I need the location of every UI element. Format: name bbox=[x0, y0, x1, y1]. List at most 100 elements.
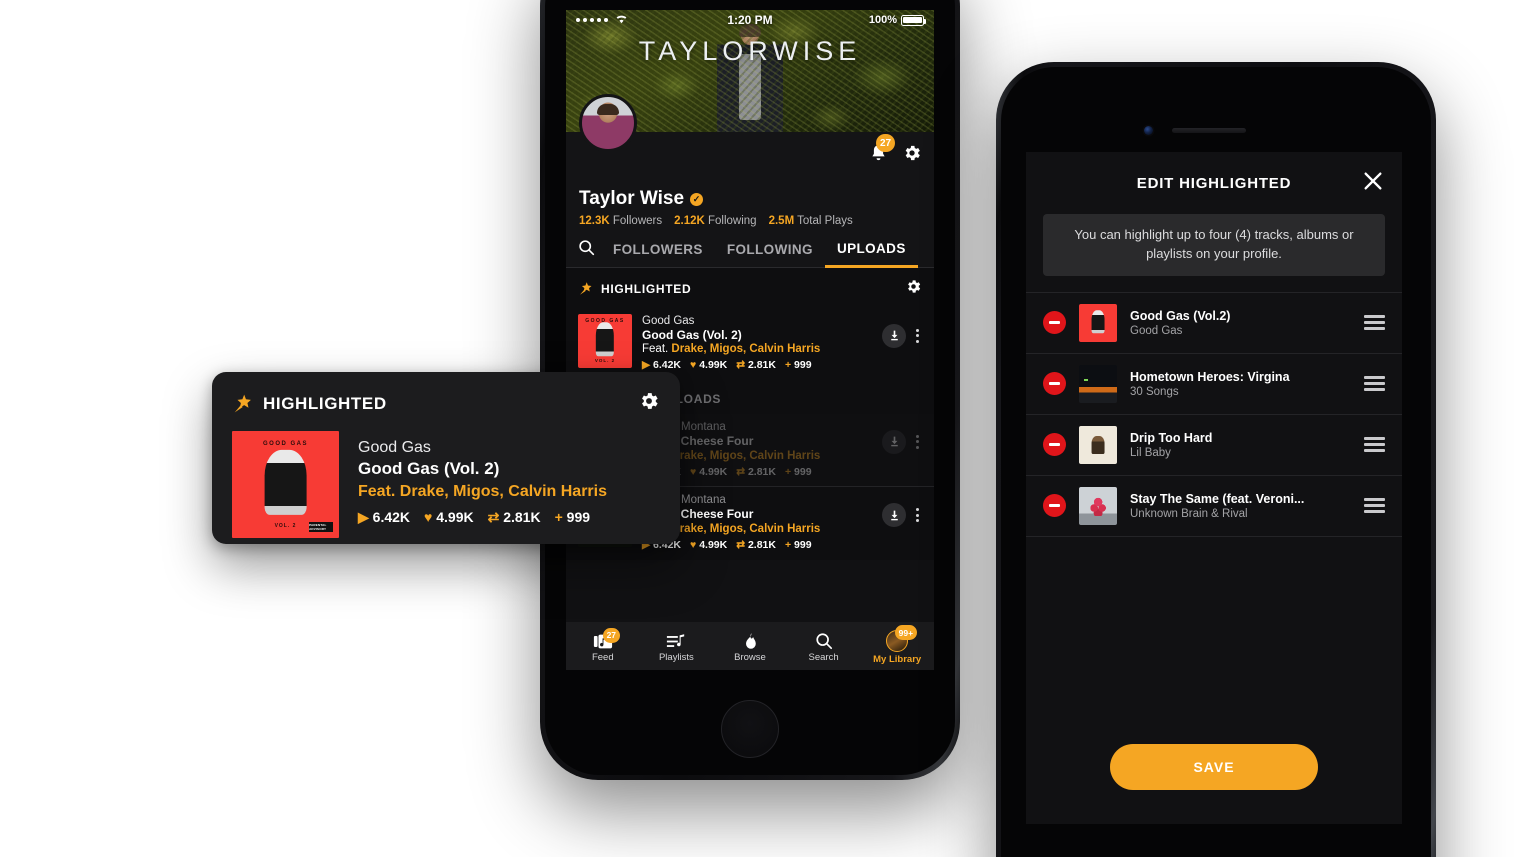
remove-minus-icon[interactable] bbox=[1043, 372, 1066, 396]
track-actions bbox=[882, 314, 922, 348]
search-icon bbox=[815, 633, 832, 650]
parental-advisory-icon: PARENTAL ADVISORY bbox=[309, 521, 333, 532]
list-item-subtitle: Good Gas bbox=[1130, 324, 1183, 337]
track-featuring: Feat. Drake, Migos, Calvin Harris bbox=[642, 343, 821, 356]
modal-info-note: You can highlight up to four (4) tracks,… bbox=[1043, 214, 1385, 276]
track-overflow-menu[interactable] bbox=[913, 506, 922, 524]
nav-label-my-library: My Library bbox=[873, 654, 922, 665]
nav-item-browse[interactable]: Browse bbox=[722, 632, 778, 663]
stat-reposts: ⇄ 2.81K bbox=[736, 359, 776, 372]
home-button-left[interactable] bbox=[721, 700, 779, 758]
left-phone-screen: TAYLORWISE 1:20 PM 100% 27 Taylor Wise ✓… bbox=[566, 10, 934, 670]
album-art-large: GOOD GAS VOL. 2 PARENTAL ADVISORY bbox=[232, 431, 339, 538]
download-icon bbox=[890, 510, 898, 521]
gear-icon bbox=[642, 393, 658, 409]
modal-title: EDIT HIGHLIGHTED bbox=[1136, 174, 1292, 192]
remove-minus-icon[interactable] bbox=[1043, 433, 1066, 457]
download-button[interactable] bbox=[882, 323, 906, 348]
drag-handle-icon[interactable] bbox=[1364, 376, 1385, 392]
list-item-meta: Good Gas (Vol.2) Good Gas bbox=[1130, 309, 1351, 337]
profile-stats: 12.3K Followers 2.12K Following 2.5M Tot… bbox=[579, 215, 921, 227]
highlighted-track-row[interactable]: GOOD GAS VOL. 2 Good Gas Good Gas (Vol. … bbox=[566, 307, 934, 380]
highlighted-label: HIGHLIGHTED bbox=[601, 281, 692, 296]
list-item[interactable]: Drip Too Hard Lil Baby bbox=[1026, 413, 1402, 475]
profile-identity: Taylor Wise 12.3K Followers 2.12K Follow… bbox=[566, 186, 934, 227]
stat-reposts: ⇄ 2.81K bbox=[487, 508, 541, 525]
front-camera-icon bbox=[1144, 126, 1153, 135]
search-icon bbox=[579, 240, 595, 256]
edit-highlighted-gear-button[interactable] bbox=[905, 278, 922, 300]
album-art-bottom-text: VOL. 2 bbox=[594, 358, 616, 364]
settings-gear-button[interactable] bbox=[902, 143, 922, 168]
search-button[interactable] bbox=[566, 239, 601, 264]
album-art: GOOD GAS VOL. 2 bbox=[578, 313, 632, 368]
nav-item-feed[interactable]: 27 Feed bbox=[575, 627, 631, 663]
tab-uploads[interactable]: UPLOADS bbox=[824, 237, 918, 268]
nav-item-my-library[interactable]: 99+ My Library bbox=[869, 625, 925, 665]
modal-header: EDIT HIGHLIGHTED bbox=[1026, 152, 1402, 214]
list-item-title: Stay The Same (feat. Veroni... bbox=[1130, 491, 1305, 506]
callout-header: HIGHLIGHTED bbox=[232, 390, 660, 417]
callout-gear-button[interactable] bbox=[638, 390, 660, 417]
status-bar: 1:20 PM 100% bbox=[566, 10, 934, 30]
drag-handle-icon[interactable] bbox=[1364, 498, 1385, 514]
profile-tabs: FOLLOWERS FOLLOWING UPLOADS bbox=[566, 227, 934, 268]
close-icon bbox=[1364, 172, 1382, 190]
callout-track-stats: ▶ 6.42K ♥ 4.99K ⇄ 2.81K + 999 bbox=[358, 508, 660, 526]
album-art-top-text: GOOD GAS bbox=[262, 440, 308, 447]
drag-handle-icon[interactable] bbox=[1364, 315, 1385, 331]
track-overflow-menu[interactable] bbox=[913, 327, 922, 345]
list-item-subtitle: Lil Baby bbox=[1130, 446, 1171, 459]
profile-header-actions: 27 bbox=[869, 134, 922, 168]
notifications-button[interactable]: 27 bbox=[869, 134, 896, 168]
drag-handle-icon[interactable] bbox=[1364, 437, 1385, 453]
highlighted-items-list: Good Gas (Vol.2) Good Gas Hometown Heroe… bbox=[1026, 291, 1402, 537]
bear-artwork bbox=[595, 322, 615, 357]
list-item-subtitle: Unknown Brain & Rival bbox=[1130, 507, 1248, 520]
remove-minus-icon[interactable] bbox=[1043, 494, 1066, 518]
stat-adds: + 999 bbox=[784, 359, 812, 372]
highlighted-section-header: HIGHLIGHTED bbox=[566, 267, 934, 308]
nav-label-search: Search bbox=[808, 652, 839, 663]
list-item-title: Drip Too Hard bbox=[1130, 430, 1213, 445]
stat-likes: ♥ 4.99K bbox=[690, 359, 728, 372]
highlighted-callout-card: HIGHLIGHTED GOOD GAS VOL. 2 PARENTAL ADV… bbox=[212, 372, 680, 544]
stat-adds: + 999 bbox=[554, 508, 591, 525]
save-button[interactable]: SAVE bbox=[1110, 744, 1318, 790]
tab-followers[interactable]: FOLLOWERS bbox=[601, 238, 715, 266]
screenshot-canvas: TAYLORWISE 1:20 PM 100% 27 Taylor Wise ✓… bbox=[0, 0, 1540, 857]
list-item[interactable]: Stay The Same (feat. Veroni... Unknown B… bbox=[1026, 474, 1402, 537]
download-icon bbox=[890, 437, 898, 447]
gear-icon bbox=[908, 279, 921, 293]
list-item[interactable]: Good Gas (Vol.2) Good Gas bbox=[1026, 291, 1402, 353]
remove-minus-icon[interactable] bbox=[1043, 311, 1066, 335]
download-button[interactable] bbox=[882, 503, 906, 528]
nav-label-playlists: Playlists bbox=[658, 651, 694, 663]
track-overflow-menu[interactable] bbox=[913, 433, 922, 451]
list-item-subtitle: 30 Songs bbox=[1130, 385, 1179, 398]
stat-likes: ♥ 4.99K bbox=[424, 508, 474, 525]
nav-item-playlists[interactable]: Playlists bbox=[648, 633, 704, 663]
stat-following: 2.12K Following bbox=[674, 215, 757, 227]
right-phone-screen: EDIT HIGHLIGHTED You can highlight up to… bbox=[1026, 152, 1402, 824]
nav-item-search[interactable]: Search bbox=[796, 632, 852, 663]
pin-star-icon bbox=[234, 394, 251, 413]
avatar[interactable] bbox=[579, 94, 637, 152]
profile-bar: 27 bbox=[566, 94, 934, 186]
album-art bbox=[1079, 486, 1117, 525]
close-button[interactable] bbox=[1362, 170, 1384, 192]
profile-name-row: Taylor Wise bbox=[579, 188, 921, 210]
stat-likes: ♥ 4.99K bbox=[690, 539, 728, 552]
status-time: 1:20 PM bbox=[727, 13, 773, 27]
stat-likes: ♥ 4.99K bbox=[690, 465, 728, 478]
list-item[interactable]: Hometown Heroes: Virgina 30 Songs bbox=[1026, 352, 1402, 414]
track-meta: Good Gas Good Gas (Vol. 2) Feat. Drake, … bbox=[642, 314, 872, 372]
list-item-meta: Stay The Same (feat. Veroni... Unknown B… bbox=[1130, 492, 1351, 520]
download-button[interactable] bbox=[882, 429, 906, 454]
notification-badge: 27 bbox=[876, 134, 896, 152]
gear-icon bbox=[905, 145, 920, 161]
tab-following[interactable]: FOLLOWING bbox=[715, 238, 825, 266]
stat-reposts: ⇄ 2.81K bbox=[736, 465, 776, 478]
nav-label-feed: Feed bbox=[591, 651, 614, 663]
stat-plays: ▶ 6.42K bbox=[642, 359, 682, 372]
